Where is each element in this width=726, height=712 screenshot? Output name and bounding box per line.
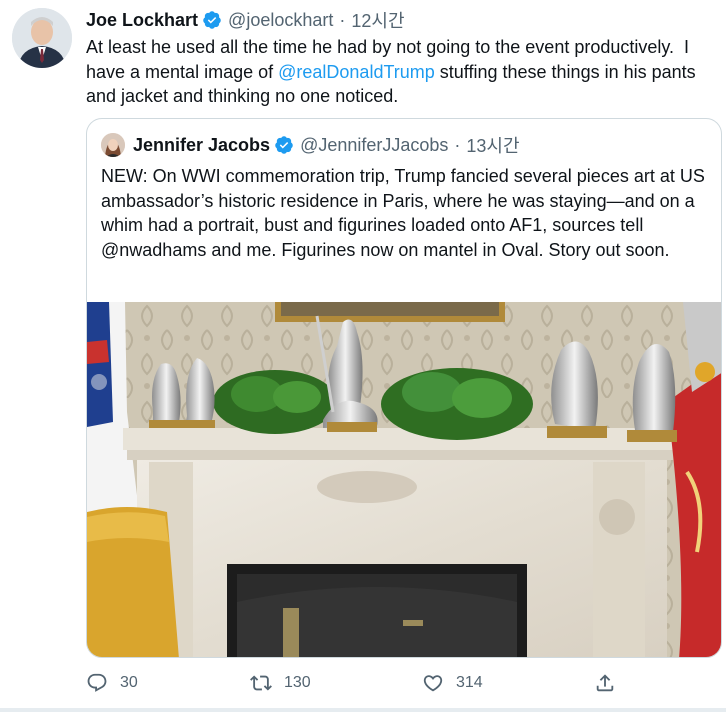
heart-icon: [423, 675, 443, 692]
verified-badge-icon: [274, 135, 294, 155]
retweet-button[interactable]: 130: [250, 672, 311, 694]
like-button[interactable]: 314: [422, 672, 483, 694]
quoted-tweet-header: Jennifer Jacobs @JenniferJJacobs · 13시간: [101, 131, 520, 159]
retweet-count: 130: [284, 674, 311, 691]
tweet-header: Joe Lockhart @joelockhart · 12시간: [86, 8, 405, 32]
tweet-timestamp[interactable]: 12시간: [351, 7, 404, 33]
tweet-text: At least he used all the time he had by …: [86, 35, 721, 109]
quoted-author-name: Jennifer Jacobs: [133, 134, 271, 155]
tweet[interactable]: Joe Lockhart @joelockhart · 12시간 At leas…: [0, 0, 726, 712]
quoted-author-avatar: [101, 133, 125, 157]
quoted-author-handle: @JenniferJJacobs: [300, 134, 449, 155]
divider: [0, 708, 726, 712]
quoted-tweet-timestamp: 13시간: [466, 136, 520, 156]
quoted-tweet-photo[interactable]: [87, 302, 721, 657]
author-handle[interactable]: @joelockhart: [228, 10, 333, 31]
retweet-icon: [250, 675, 272, 691]
quoted-tweet-text: NEW: On WWI commemoration trip, Trump fa…: [101, 166, 705, 260]
share-button[interactable]: [594, 672, 616, 694]
like-count: 314: [456, 674, 483, 691]
separator-dot: ·: [339, 9, 346, 30]
reply-count: 30: [120, 674, 138, 691]
reply-button[interactable]: 30: [86, 672, 138, 694]
author-name[interactable]: Joe Lockhart: [86, 10, 198, 31]
tweet-actions: 30 130 314: [86, 672, 626, 698]
mention-link[interactable]: @realDonaldTrump: [278, 62, 435, 82]
author-avatar[interactable]: [12, 8, 72, 68]
share-icon: [596, 674, 614, 692]
quoted-tweet[interactable]: Jennifer Jacobs @JenniferJJacobs · 13시간 …: [86, 118, 722, 658]
verified-badge-icon: [202, 10, 222, 30]
separator-dot: ·: [454, 134, 461, 155]
reply-icon: [87, 673, 107, 692]
